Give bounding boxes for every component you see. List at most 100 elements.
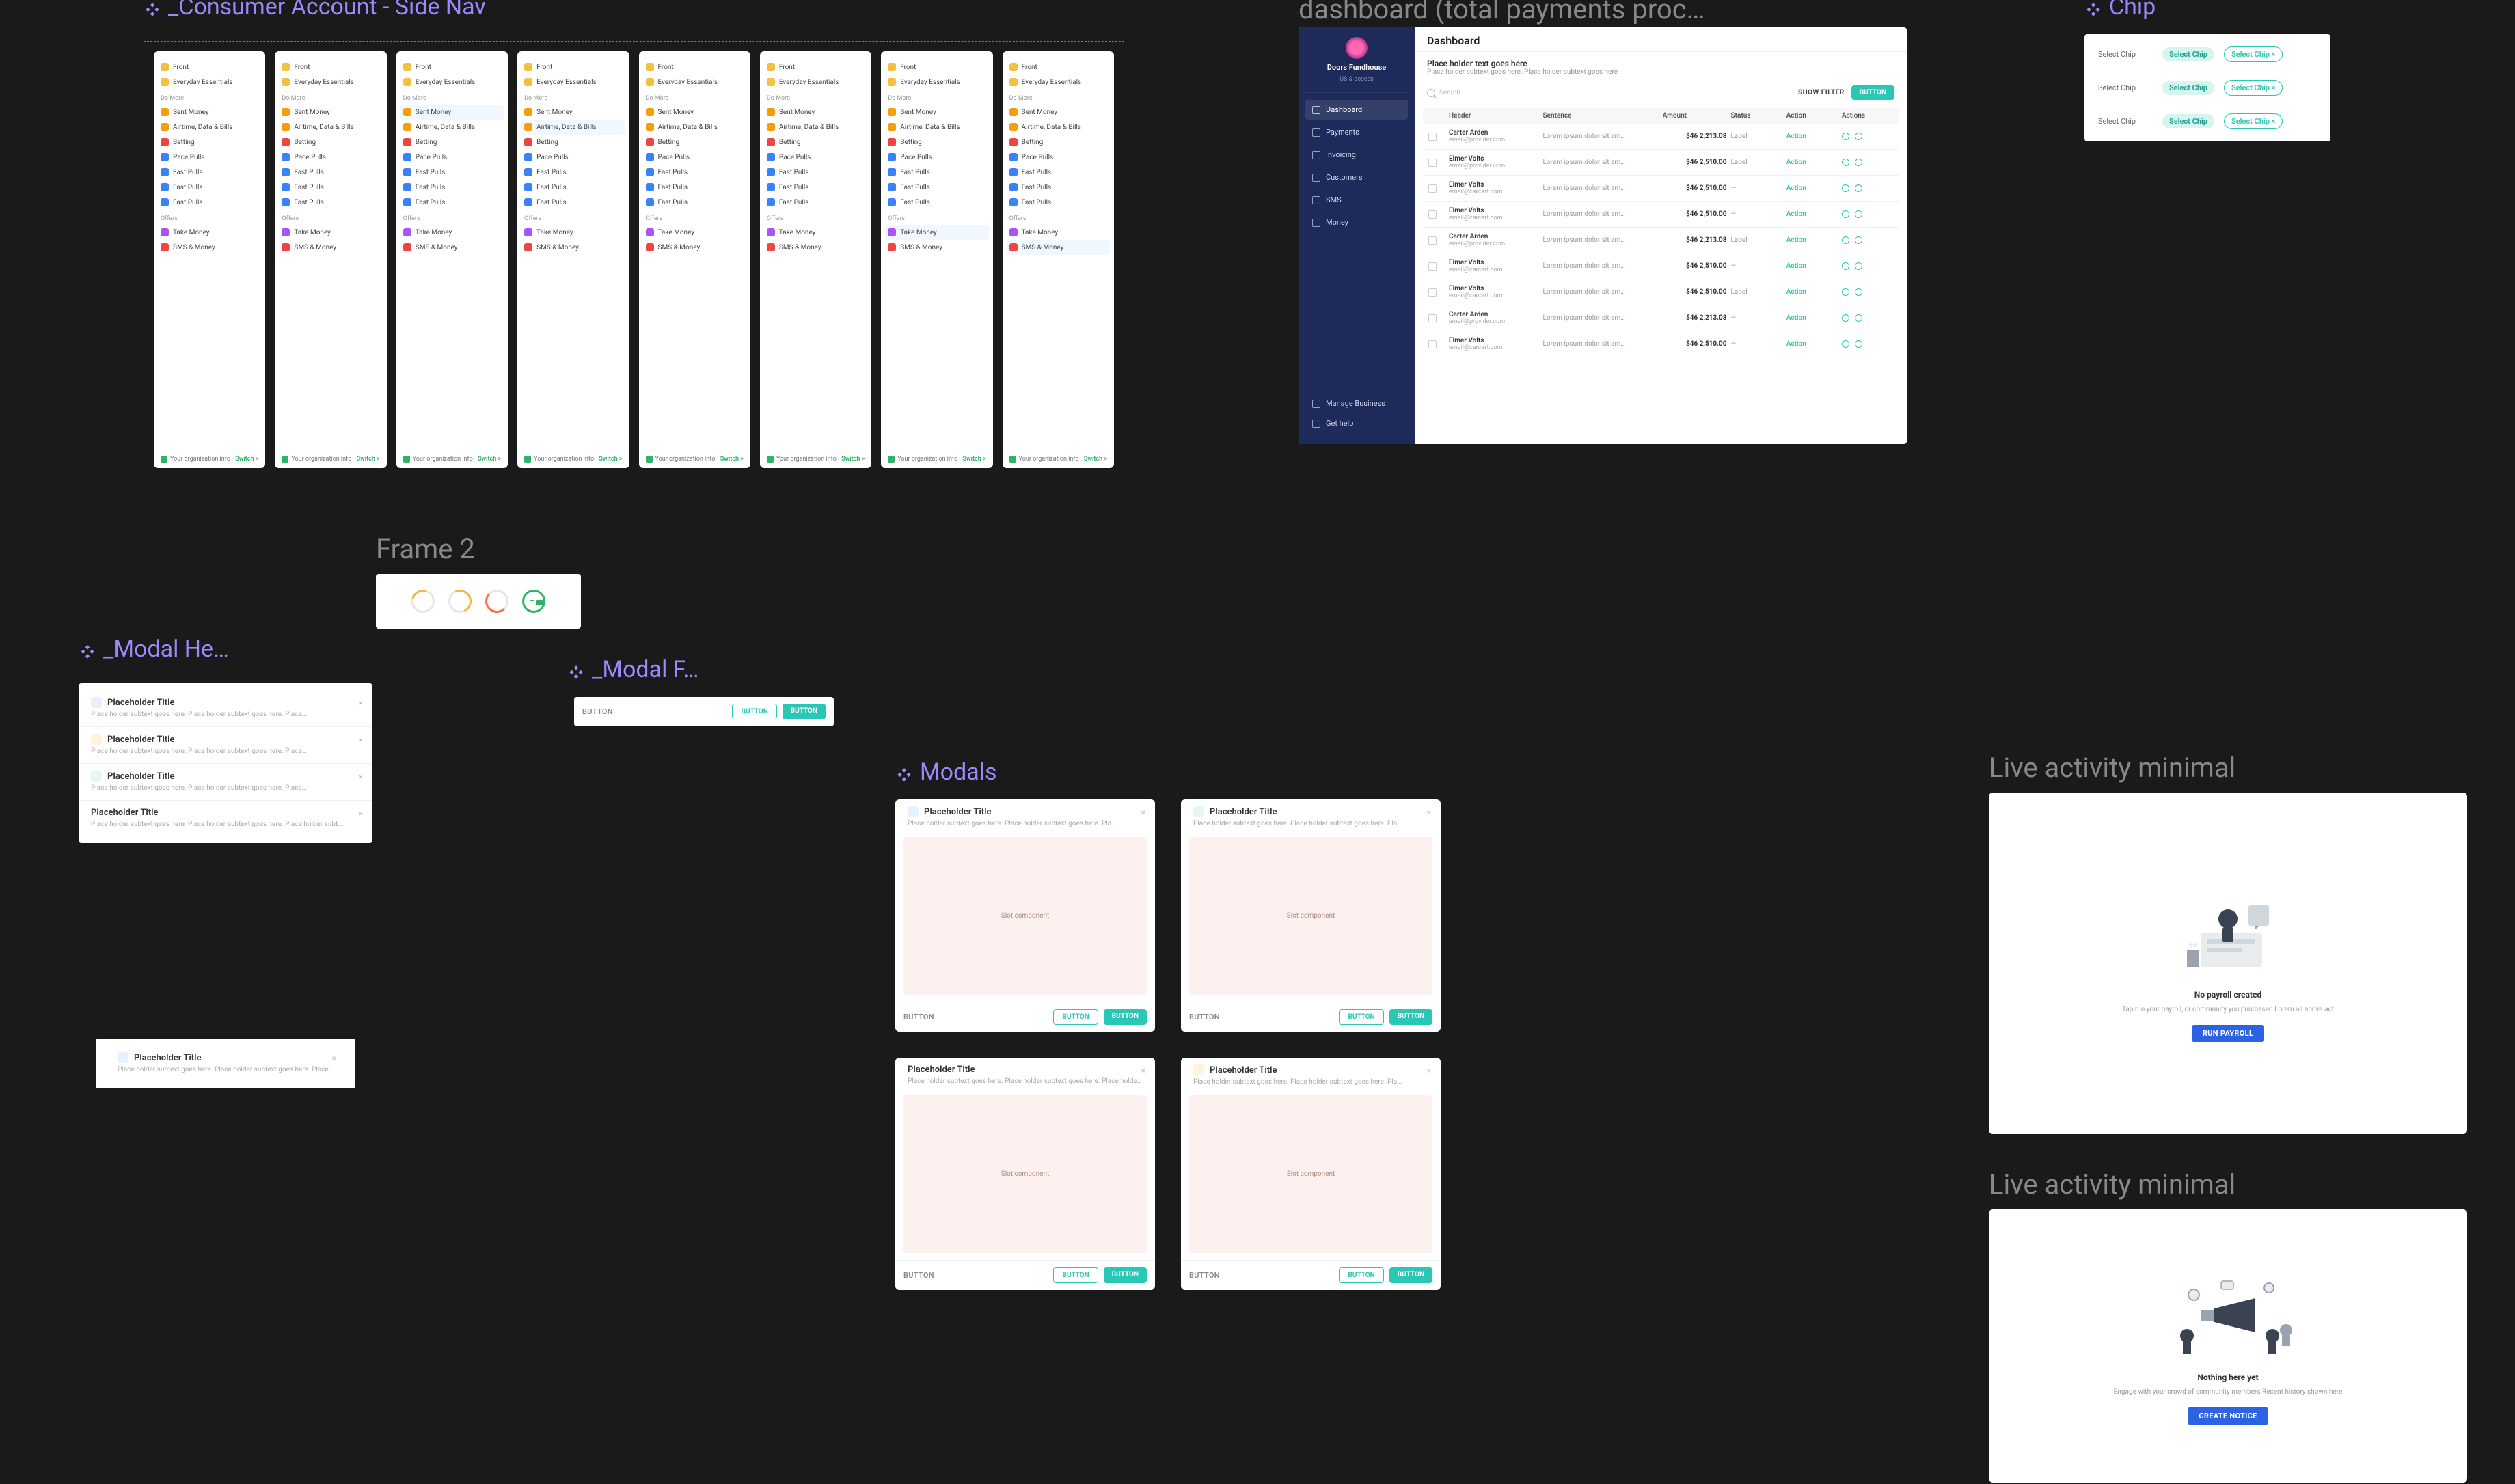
sidenav-item[interactable]: Airtime, Data & Bills — [1003, 120, 1114, 135]
sidenav-item[interactable]: Front — [396, 59, 508, 74]
action-icon[interactable] — [1855, 184, 1862, 192]
table-row[interactable]: Elmer Voltsemail@carcart.com Lorem ipsum… — [1423, 331, 1899, 357]
action-icon[interactable] — [1855, 340, 1862, 348]
sidenav-item[interactable]: SMS & Money — [154, 240, 265, 255]
sidenav-item[interactable]: Fast Pulls — [396, 165, 508, 180]
sidenav-item[interactable]: Pace Pulls — [760, 150, 871, 165]
frame-label-modal-footer[interactable]: _Modal F… — [567, 656, 698, 683]
show-filter-button[interactable]: SHOW FILTER — [1798, 89, 1845, 96]
sidenav-item[interactable]: Take Money — [885, 225, 988, 240]
sidenav-item[interactable]: Everyday Essentials — [881, 74, 992, 90]
table-column-header[interactable] — [1428, 112, 1445, 120]
chip[interactable]: Select Chip — [2162, 114, 2214, 128]
table-row[interactable]: Elmer Voltsemail@carcart.com Lorem ipsum… — [1423, 253, 1899, 279]
switch-button[interactable]: Switch > — [1084, 456, 1107, 463]
sidenav-item[interactable]: Front — [1003, 59, 1114, 74]
checkbox[interactable] — [1428, 159, 1437, 167]
checkbox[interactable] — [1428, 262, 1437, 271]
sidenav-item[interactable]: Take Money — [154, 225, 265, 240]
close-icon[interactable]: × — [1427, 1066, 1431, 1075]
sidenav-item[interactable]: Airtime, Data & Bills — [154, 120, 265, 135]
cell-action[interactable]: Action — [1786, 133, 1838, 140]
cell-action[interactable]: Action — [1786, 184, 1838, 192]
sidenav-item[interactable]: Fast Pulls — [1003, 180, 1114, 195]
sidenav-item[interactable]: Take Money — [639, 225, 750, 240]
sidenav-item[interactable]: Fast Pulls — [154, 180, 265, 195]
sidenav-item[interactable]: Betting — [517, 135, 629, 150]
sidenav-item[interactable]: Everyday Essentials — [275, 74, 386, 90]
table-column-header[interactable]: Amount — [1663, 112, 1727, 120]
sidenav-item[interactable]: Sent Money — [154, 105, 265, 120]
sidenav-item[interactable]: Pace Pulls — [1003, 150, 1114, 165]
close-icon[interactable]: × — [359, 698, 363, 708]
sidenav-item[interactable]: Front — [881, 59, 992, 74]
sidenav-item[interactable]: Everyday Essentials — [1003, 74, 1114, 90]
sidenav-item[interactable]: SMS & Money — [275, 240, 386, 255]
sidenav-variant[interactable]: FrontEveryday EssentialsDo MoreSent Mone… — [154, 51, 265, 468]
sidenav-item[interactable]: Fast Pulls — [275, 180, 386, 195]
primary-button[interactable]: BUTTON — [1389, 1009, 1432, 1025]
sidenav-item[interactable]: Sent Money — [517, 105, 629, 120]
checkbox[interactable] — [1428, 133, 1437, 141]
action-icon[interactable] — [1855, 159, 1862, 166]
sidenav-item[interactable]: Airtime, Data & Bills — [275, 120, 386, 135]
sidenav-item[interactable]: Fast Pulls — [517, 165, 629, 180]
cell-action[interactable]: Action — [1786, 210, 1838, 218]
action-icon[interactable] — [1855, 236, 1862, 244]
sidenav-item[interactable]: Sent Money — [400, 105, 504, 120]
sidenav-item[interactable]: Fast Pulls — [881, 195, 992, 210]
sidenav-item[interactable]: Sent Money — [881, 105, 992, 120]
dashboard-nav-item[interactable]: Money — [1305, 212, 1408, 232]
sidenav-item[interactable]: Take Money — [275, 225, 386, 240]
cell-action[interactable]: Action — [1786, 340, 1838, 348]
chip[interactable]: Select Chip × — [2224, 46, 2283, 62]
sidenav-item[interactable]: Pace Pulls — [396, 150, 508, 165]
dashboard-nav-item[interactable]: Customers — [1305, 167, 1408, 187]
sidenav-item[interactable]: Fast Pulls — [760, 165, 871, 180]
action-icon[interactable] — [1855, 262, 1862, 270]
modal-card[interactable]: Placeholder Title Place holder subtext g… — [1181, 799, 1441, 1032]
sidenav-item[interactable]: Betting — [396, 135, 508, 150]
action-icon[interactable] — [1855, 288, 1862, 296]
tertiary-button[interactable]: BUTTON — [582, 707, 613, 716]
table-column-header[interactable]: Actions — [1842, 112, 1893, 120]
cell-action[interactable]: Action — [1786, 159, 1838, 166]
table-row[interactable]: Elmer Voltsemail@carcart.com Lorem ipsum… — [1423, 176, 1899, 202]
tertiary-button[interactable]: BUTTON — [1189, 1013, 1220, 1021]
table-column-header[interactable]: Status — [1731, 112, 1782, 120]
chip[interactable]: Select Chip × — [2224, 80, 2283, 96]
sidenav-item[interactable]: Betting — [639, 135, 750, 150]
frame-label-consumer[interactable]: _Consumer Account - Side Nav — [144, 0, 486, 20]
table-row[interactable]: Carter Ardenemail@provider.com Lorem ips… — [1423, 305, 1899, 331]
dashboard-nav-item[interactable]: Payments — [1305, 122, 1408, 142]
switch-button[interactable]: Switch > — [478, 456, 501, 463]
sidenav-item[interactable]: Fast Pulls — [881, 165, 992, 180]
frame-label-frame2[interactable]: Frame 2 — [376, 533, 475, 565]
tertiary-button[interactable]: BUTTON — [1189, 1271, 1220, 1280]
primary-button[interactable]: BUTTON — [1104, 1009, 1147, 1025]
secondary-button[interactable]: BUTTON — [1053, 1267, 1098, 1283]
dashboard-nav-item[interactable]: SMS — [1305, 190, 1408, 210]
action-icon[interactable] — [1842, 262, 1849, 270]
action-icon[interactable] — [1842, 159, 1849, 166]
sidenav-item[interactable]: Airtime, Data & Bills — [396, 120, 508, 135]
close-icon[interactable]: × — [1141, 808, 1145, 817]
frame-label-live1[interactable]: Live activity minimal — [1989, 752, 2235, 784]
sidenav-item[interactable]: Fast Pulls — [154, 195, 265, 210]
sidenav-item[interactable]: Fast Pulls — [760, 180, 871, 195]
table-column-header[interactable]: Sentence — [1543, 112, 1659, 120]
sidenav-item[interactable]: Fast Pulls — [396, 195, 508, 210]
search-input[interactable]: Search — [1427, 89, 1791, 97]
sidenav-item[interactable]: Fast Pulls — [1003, 195, 1114, 210]
sidenav-item[interactable]: Sent Money — [760, 105, 871, 120]
sidenav-item[interactable]: Airtime, Data & Bills — [760, 120, 871, 135]
secondary-button[interactable]: BUTTON — [1339, 1267, 1383, 1283]
checkbox[interactable] — [1428, 288, 1437, 297]
secondary-button[interactable]: BUTTON — [732, 704, 776, 719]
sidenav-item[interactable]: Take Money — [396, 225, 508, 240]
close-icon[interactable]: × — [359, 772, 363, 782]
switch-button[interactable]: Switch > — [599, 456, 622, 463]
sidenav-item[interactable]: Front — [639, 59, 750, 74]
sidenav-variant[interactable]: FrontEveryday EssentialsDo MoreSent Mone… — [760, 51, 871, 468]
close-icon[interactable]: × — [332, 1054, 336, 1063]
